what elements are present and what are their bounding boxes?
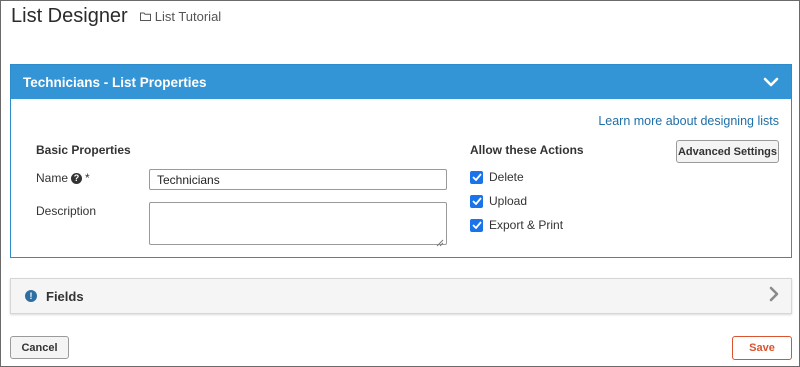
- list-properties-header[interactable]: Technicians - List Properties: [11, 65, 791, 99]
- fields-title: Fields: [46, 288, 84, 304]
- list-properties-panel: Technicians - List Properties Learn more…: [10, 64, 792, 258]
- action-upload[interactable]: Upload: [470, 194, 527, 208]
- fields-panel-header[interactable]: ! Fields: [10, 278, 792, 314]
- chevron-right-icon[interactable]: [769, 286, 779, 307]
- allow-actions-heading: Allow these Actions: [470, 143, 584, 157]
- action-delete-label: Delete: [489, 170, 524, 184]
- action-upload-label: Upload: [489, 194, 528, 208]
- name-label-group: Name ? *: [36, 171, 90, 185]
- checkbox-checked-icon[interactable]: [470, 218, 483, 232]
- page-title: List Designer: [11, 5, 128, 27]
- fields-title-group: ! Fields: [25, 289, 84, 304]
- page-header: List Designer List Tutorial: [11, 5, 221, 33]
- cancel-button[interactable]: Cancel: [10, 336, 69, 359]
- name-input[interactable]: [149, 169, 447, 190]
- info-circle-icon: !: [25, 290, 37, 302]
- action-export-print-label: Export & Print: [489, 218, 564, 232]
- checkbox-checked-icon[interactable]: [470, 170, 483, 184]
- breadcrumb[interactable]: List Tutorial: [139, 9, 221, 24]
- advanced-settings-button[interactable]: Advanced Settings: [676, 140, 779, 163]
- action-delete[interactable]: Delete: [470, 170, 524, 184]
- chevron-down-icon[interactable]: [763, 77, 779, 87]
- folder-icon: [139, 12, 151, 21]
- save-button[interactable]: Save: [732, 336, 792, 360]
- resize-handle-icon[interactable]: [436, 234, 444, 252]
- list-properties-title: Technicians - List Properties: [23, 74, 207, 90]
- breadcrumb-label[interactable]: List Tutorial: [155, 9, 221, 24]
- required-marker: *: [85, 171, 90, 185]
- name-label: Name: [36, 171, 69, 185]
- question-circle-icon[interactable]: ?: [71, 172, 83, 184]
- description-label: Description: [36, 204, 97, 218]
- learn-more-link[interactable]: Learn more about designing lists: [598, 114, 779, 128]
- app-window: List Designer List Tutorial Technicians …: [0, 0, 800, 367]
- action-export-print[interactable]: Export & Print: [470, 218, 563, 232]
- basic-properties-heading: Basic Properties: [36, 143, 131, 157]
- checkbox-checked-icon[interactable]: [470, 194, 483, 208]
- description-input[interactable]: [149, 202, 447, 245]
